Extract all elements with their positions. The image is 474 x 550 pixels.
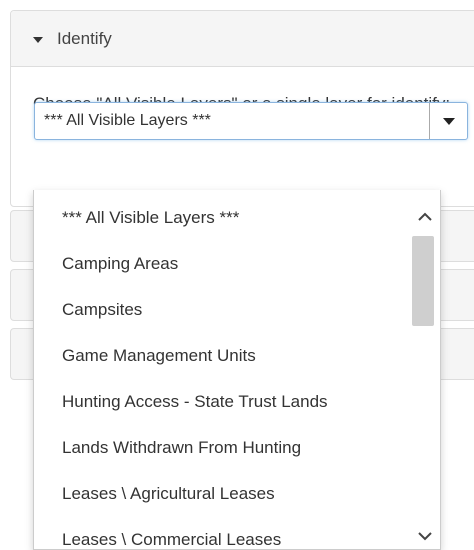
layer-select-value: *** All Visible Layers *** [44,112,211,129]
scroll-down-button[interactable] [410,523,440,549]
scroll-thumb[interactable] [412,236,434,326]
layer-option[interactable]: Campsites [34,287,408,333]
dropdown-scrollbar[interactable] [410,190,440,549]
layer-option[interactable]: Hunting Access - State Trust Lands [34,379,408,425]
layer-select-toggle[interactable] [429,103,467,139]
layer-option[interactable]: *** All Visible Layers *** [34,195,408,241]
identify-panel: Identify Choose "All Visible Layers" or … [10,10,474,207]
identify-panel-heading[interactable]: Identify [11,11,474,67]
layer-select[interactable]: *** All Visible Layers *** [34,102,468,140]
chevron-down-icon [418,532,432,541]
panel-title: Identify [57,28,112,48]
layer-option[interactable]: Leases \ Agricultural Leases [34,471,408,517]
layer-option[interactable]: Lands Withdrawn From Hunting [34,425,408,471]
layer-option[interactable]: Leases \ Commercial Leases [34,517,408,549]
layer-option[interactable]: Game Management Units [34,333,408,379]
chevron-up-icon [418,212,432,221]
layer-dropdown-list: *** All Visible Layers *** Camping Areas… [33,190,441,550]
layer-options: *** All Visible Layers *** Camping Areas… [34,190,408,549]
dropdown-arrow-icon [442,117,455,125]
caret-down-icon [33,36,43,43]
scroll-up-button[interactable] [410,204,440,230]
layer-option[interactable]: Camping Areas [34,241,408,287]
